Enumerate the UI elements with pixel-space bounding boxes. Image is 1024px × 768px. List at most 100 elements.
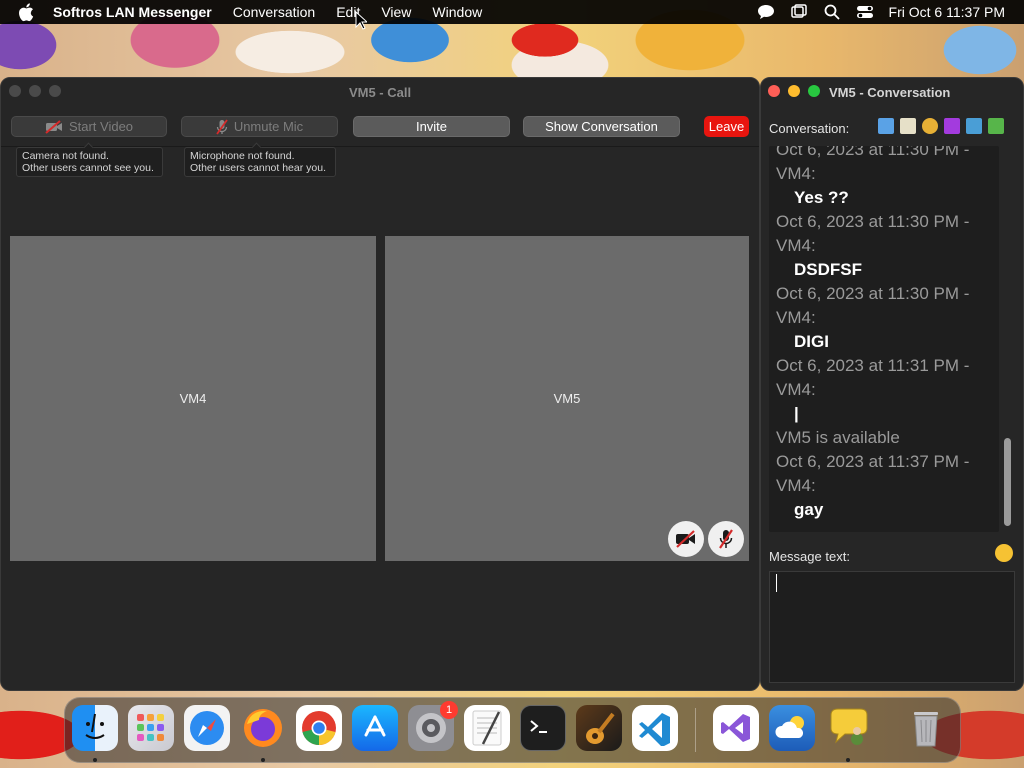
participant-tile-vm4[interactable]: VM4: [10, 236, 376, 561]
safari-icon[interactable]: [184, 705, 230, 751]
message-input[interactable]: [769, 571, 1015, 683]
weather-icon[interactable]: [769, 705, 815, 751]
mic-tooltip-line2: Other users cannot hear you.: [190, 162, 326, 174]
mic-tooltip-line1: Microphone not found.: [190, 150, 295, 162]
screen-mirroring-icon[interactable]: [790, 3, 808, 21]
call-toolbar: Start Video Unmute Mic Invite Show Conve…: [11, 116, 749, 138]
conversation-window: VM5 - Conversation Conversation: Oct 6, …: [760, 77, 1024, 691]
show-conversation-label: Show Conversation: [545, 119, 658, 134]
participant-mic-off-icon: [708, 521, 744, 557]
conversation-window-title: VM5 - Conversation: [829, 84, 951, 100]
message-sender: VM4:: [776, 164, 816, 183]
participant-name-vm5: VM5: [553, 391, 581, 406]
minimize-button[interactable]: [29, 85, 41, 97]
finder-icon[interactable]: [72, 705, 118, 751]
message-sender: VM4:: [776, 308, 816, 327]
message-text-label: Message text:: [769, 549, 850, 564]
conversation-label: Conversation:: [769, 121, 850, 136]
textedit-icon[interactable]: [464, 705, 510, 751]
video-camera-off-icon: [45, 119, 62, 134]
menu-app-name[interactable]: Softros LAN Messenger: [53, 4, 212, 20]
conversation-window-titlebar[interactable]: VM5 - Conversation: [761, 78, 1023, 106]
dock-separator: [695, 708, 696, 752]
system-settings-icon[interactable]: 1: [408, 701, 458, 751]
unmute-mic-label: Unmute Mic: [233, 119, 304, 134]
send-file-icon[interactable]: [900, 118, 916, 134]
share-screen-icon[interactable]: [988, 118, 1004, 134]
unmute-mic-button[interactable]: Unmute Mic: [181, 116, 338, 137]
firefox-icon[interactable]: [240, 705, 286, 751]
zoom-button[interactable]: [49, 85, 61, 97]
call-window: VM5 - Call Start Video Unmute Mic Invite…: [0, 77, 760, 691]
finder-running-dot: [93, 758, 97, 762]
message-text: DIGI: [794, 332, 829, 351]
message-sender: VM4:: [776, 236, 816, 255]
firefox-running-dot: [261, 758, 265, 762]
zoom-button[interactable]: [808, 85, 820, 97]
close-button[interactable]: [9, 85, 21, 97]
settings-notification-badge: 1: [440, 701, 458, 719]
start-video-button[interactable]: Start Video: [11, 116, 167, 137]
message-text: gay: [794, 500, 824, 519]
invite-button[interactable]: Invite: [353, 116, 510, 137]
text-caret: [776, 574, 777, 592]
message-meta: Oct 6, 2023 at 11:30 PM -: [776, 284, 970, 303]
message-sender: VM4:: [776, 380, 816, 399]
messages-status-icon[interactable]: [757, 3, 775, 21]
invite-label: Invite: [415, 119, 448, 134]
microphone-not-found-tooltip: Microphone not found. Other users cannot…: [184, 147, 336, 177]
message-text: |: [794, 404, 799, 423]
chrome-icon[interactable]: [296, 705, 342, 751]
apple-menu-icon[interactable]: [16, 1, 38, 23]
message-meta: Oct 6, 2023 at 11:30 PM -: [776, 146, 970, 159]
close-button[interactable]: [768, 85, 780, 97]
call-window-titlebar[interactable]: VM5 - Call: [1, 78, 759, 106]
mouse-cursor-icon: [355, 11, 367, 30]
participant-tile-vm5[interactable]: VM5: [385, 236, 749, 561]
leave-label: Leave: [708, 119, 745, 134]
menu-view[interactable]: View: [381, 4, 411, 20]
message-meta: Oct 6, 2023 at 11:37 PM -: [776, 452, 970, 471]
terminal-icon[interactable]: [520, 705, 566, 751]
start-video-label: Start Video: [68, 119, 134, 134]
menubar-clock[interactable]: Fri Oct 6 11:37 PM: [889, 4, 1005, 20]
visual-studio-icon[interactable]: [713, 705, 759, 751]
softros-running-dot: [846, 758, 850, 762]
microphone-off-icon: [216, 118, 228, 135]
message-meta: Oct 6, 2023 at 11:31 PM -: [776, 356, 970, 375]
app-store-icon[interactable]: [352, 705, 398, 751]
call-window-title: VM5 - Call: [348, 84, 412, 100]
message-meta: Oct 6, 2023 at 11:30 PM -: [776, 212, 970, 231]
menu-conversation[interactable]: Conversation: [233, 4, 316, 20]
conversation-toolbar: [878, 118, 1004, 134]
status-message: VM5 is available: [776, 428, 900, 447]
menu-bar: Softros LAN Messenger Conversation Edit …: [0, 0, 1024, 24]
camera-not-found-tooltip: Camera not found. Other users cannot see…: [16, 147, 163, 177]
message-sender: VM4:: [776, 476, 816, 495]
minimize-button[interactable]: [788, 85, 800, 97]
participant-camera-off-icon: [668, 521, 704, 557]
camera-tooltip-line2: Other users cannot see you.: [22, 162, 154, 174]
garageband-icon[interactable]: [576, 705, 622, 751]
invite-user-icon[interactable]: [966, 118, 982, 134]
leave-button[interactable]: Leave: [704, 116, 749, 137]
participant-name-vm4: VM4: [179, 391, 207, 406]
video-call-icon[interactable]: [944, 118, 960, 134]
dock: 1: [64, 697, 961, 763]
message-text: DSDFSF: [794, 260, 862, 279]
settings-gear-icon[interactable]: [922, 118, 938, 134]
conversation-scrollbar-thumb[interactable]: [1004, 438, 1011, 526]
vscode-icon[interactable]: [632, 705, 678, 751]
history-icon[interactable]: [878, 118, 894, 134]
spotlight-search-icon[interactable]: [823, 3, 841, 21]
message-text: Yes ??: [794, 188, 849, 207]
emoji-picker-icon[interactable]: [995, 544, 1013, 562]
conversation-log[interactable]: Oct 6, 2023 at 11:30 PM - VM4: Yes ?? Oc…: [769, 146, 999, 532]
trash-icon[interactable]: [903, 705, 949, 751]
launchpad-icon[interactable]: [128, 705, 174, 751]
show-conversation-button[interactable]: Show Conversation: [523, 116, 680, 137]
menu-window[interactable]: Window: [432, 4, 482, 20]
camera-tooltip-line1: Camera not found.: [22, 150, 109, 162]
control-center-icon[interactable]: [856, 3, 874, 21]
softros-messenger-icon[interactable]: [825, 705, 871, 751]
